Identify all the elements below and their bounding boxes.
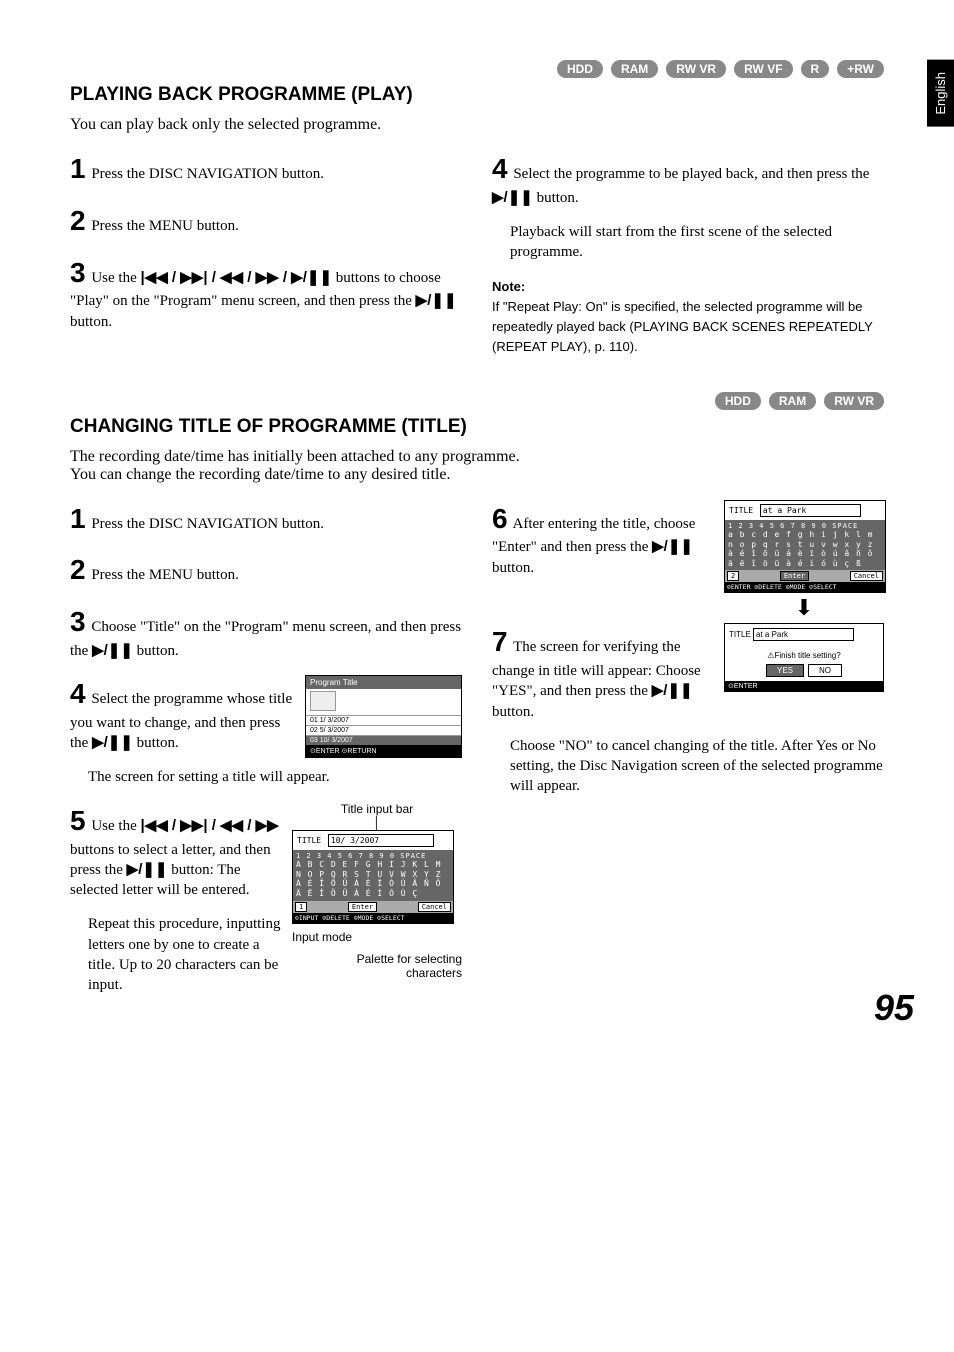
s2-step7-row: 7 The screen for verifying the change in… xyxy=(492,623,884,736)
page-number: 95 xyxy=(874,987,914,1029)
mini-row-selected: 03 10/ 3/2007 xyxy=(306,735,461,745)
step-number-5: 5 xyxy=(70,805,86,836)
badge-rwvr: RW VR xyxy=(824,392,884,410)
section1-badges: HDD RAM RW VR RW VF R +RW xyxy=(70,60,884,78)
badge-hdd: HDD xyxy=(557,60,603,78)
s2-step5-cont: Repeat this procedure, inputting letters… xyxy=(70,914,282,995)
mini-thumbnail xyxy=(310,691,336,711)
s1-step4-cont: Playback will start from the first scene… xyxy=(492,222,884,263)
badge-ram: RAM xyxy=(769,392,816,410)
yes-button: YES xyxy=(766,664,804,677)
play-pause-icon: ▶/❚❚ xyxy=(652,538,693,555)
play-pause-icon: ▶/❚❚ xyxy=(92,734,133,751)
s2-step7: 7 The screen for verifying the change in… xyxy=(492,623,714,722)
char-palette-lower: 1 2 3 4 5 6 7 8 9 0 SPACE a b c d e f g … xyxy=(725,520,885,571)
confirm-message: ⚠Finish title setting? xyxy=(729,641,879,666)
step-number-7: 7 xyxy=(492,626,508,657)
play-pause-icon: ▶/❚❚ xyxy=(127,861,168,878)
section2-badges: HDD RAM RW VR xyxy=(70,392,884,410)
confirm-footer: ⊙ENTER xyxy=(725,681,883,691)
s2-step4: 4 Select the programme whose title you w… xyxy=(70,675,295,753)
note-body: If "Repeat Play: On" is specified, the s… xyxy=(492,299,873,355)
title-input-screen: TITLE 10/ 3/2007 1 2 3 4 5 6 7 8 9 0 SPA… xyxy=(292,830,454,924)
palette-footer: 1 Enter Cancel xyxy=(293,901,453,913)
s1-step1: 1 Press the DISC NAVIGATION button. xyxy=(70,150,462,188)
s2-after: Choose "NO" to cancel changing of the ti… xyxy=(492,736,884,797)
badge-rwvf: RW VF xyxy=(734,60,792,78)
section2-intro: The recording date/time has initially be… xyxy=(70,448,884,484)
s2-step6-row: 6 After entering the title, choose "Ente… xyxy=(492,500,884,624)
badge-r: R xyxy=(801,60,830,78)
nav-four-icon: |◀◀ / ▶▶| / ◀◀ / ▶▶ xyxy=(140,817,278,834)
char-palette: 1 2 3 4 5 6 7 8 9 0 SPACE A B C D E F G … xyxy=(293,850,453,901)
step-number-1: 1 xyxy=(70,153,86,184)
mini-header: Program Title xyxy=(306,676,461,689)
section2-title: CHANGING TITLE OF PROGRAMME (TITLE) xyxy=(70,416,884,438)
confirm-buttons: YES NO xyxy=(729,666,879,681)
palette-black-footer: ⊙INPUT ⊙DELETE ⊙MODE ⊙SELECT xyxy=(293,913,453,923)
note-heading: Note: xyxy=(492,279,525,294)
step-number-3: 3 xyxy=(70,257,86,288)
s1-step4: 4 Select the programme to be played back… xyxy=(492,150,884,208)
play-pause-icon: ▶/❚❚ xyxy=(92,642,133,659)
language-tab: English xyxy=(927,60,954,127)
badge-ram: RAM xyxy=(611,60,658,78)
s2-step6: 6 After entering the title, choose "Ente… xyxy=(492,500,714,578)
s2-step2: 2 Press the MENU button. xyxy=(70,551,462,589)
s2-step5-row: 5 Use the |◀◀ / ▶▶| / ◀◀ / ▶▶ buttons to… xyxy=(70,802,462,1010)
palette-label: Palette for selecting characters xyxy=(292,952,462,980)
input-mode-label: Input mode xyxy=(292,930,462,944)
play-pause-icon: ▶/❚❚ xyxy=(492,189,533,206)
badge-hdd: HDD xyxy=(715,392,761,410)
section1-title: PLAYING BACK PROGRAMME (PLAY) xyxy=(70,84,884,106)
play-pause-icon: ▶/❚❚ xyxy=(652,682,693,699)
badge-plusrw: +RW xyxy=(837,60,884,78)
s1-step3: 3 Use the |◀◀ / ▶▶| / ◀◀ / ▶▶ / ▶/❚❚ but… xyxy=(70,254,462,332)
section1-intro: You can play back only the selected prog… xyxy=(70,116,884,134)
step-number-4: 4 xyxy=(70,678,86,709)
badge-rwvr: RW VR xyxy=(666,60,726,78)
step-number-3: 3 xyxy=(70,606,86,637)
title-input-bar-label: Title input bar xyxy=(292,802,462,816)
step-number-1: 1 xyxy=(70,503,86,534)
palette-footer: 2 Enter Cancel xyxy=(725,570,885,582)
title-input-column: Title input bar │ TITLE 10/ 3/2007 1 2 3… xyxy=(292,802,462,980)
s2-step5: 5 Use the |◀◀ / ▶▶| / ◀◀ / ▶▶ buttons to… xyxy=(70,802,282,901)
step6-screens: TITLE at a Park 1 2 3 4 5 6 7 8 9 0 SPAC… xyxy=(724,500,884,624)
no-button: NO xyxy=(808,664,842,677)
program-title-screen: Program Title 01 1/ 3/2007 02 5/ 3/2007 … xyxy=(305,675,462,758)
mini-row: 02 5/ 3/2007 xyxy=(306,725,461,735)
s2-step3: 3 Choose "Title" on the "Program" menu s… xyxy=(70,603,462,661)
step-number-6: 6 xyxy=(492,503,508,534)
nav-buttons-icon: |◀◀ / ▶▶| / ◀◀ / ▶▶ / ▶/❚❚ xyxy=(140,269,332,286)
title-confirm-small-screen: TITLE at a Park 1 2 3 4 5 6 7 8 9 0 SPAC… xyxy=(724,500,886,594)
s1-step2: 2 Press the MENU button. xyxy=(70,202,462,240)
title-bar-value: 10/ 3/2007 xyxy=(328,834,434,847)
mini-row: 01 1/ 3/2007 xyxy=(306,715,461,725)
step-number-2: 2 xyxy=(70,205,86,236)
confirm-screen: TITLE at a Park ⚠Finish title setting? Y… xyxy=(724,623,884,692)
play-pause-icon: ▶/❚❚ xyxy=(416,292,457,309)
arrow-down-icon: ⬇ xyxy=(724,597,884,619)
s2-step4-row: 4 Select the programme whose title you w… xyxy=(70,675,462,767)
mini-footer: ⊙ENTER ⊙RETURN xyxy=(306,745,461,757)
s1-note: Note: If "Repeat Play: On" is specified,… xyxy=(492,277,884,358)
s2-step1: 1 Press the DISC NAVIGATION button. xyxy=(70,500,462,538)
step-number-2: 2 xyxy=(70,554,86,585)
s2-step4-cont: The screen for setting a title will appe… xyxy=(70,767,462,787)
step-number-4: 4 xyxy=(492,153,508,184)
